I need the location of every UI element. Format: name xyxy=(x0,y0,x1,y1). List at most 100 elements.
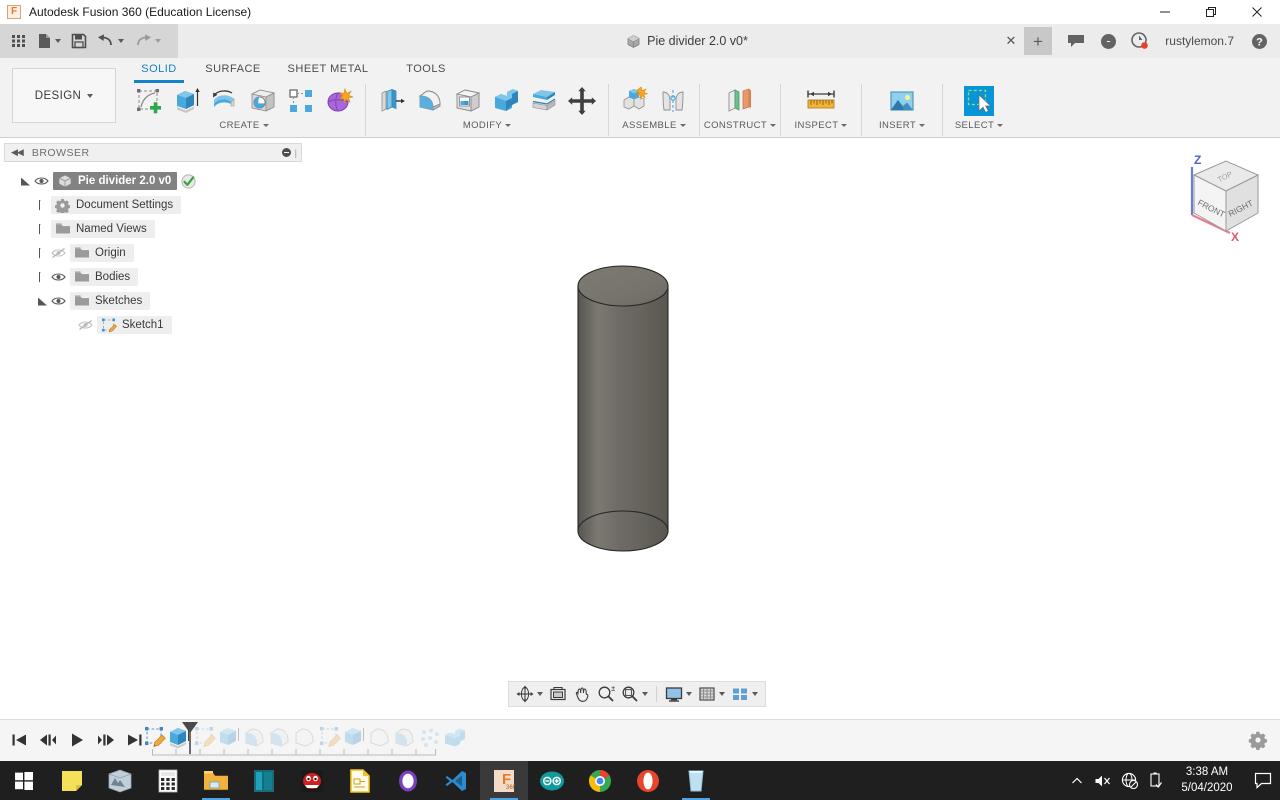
tree-node-root-chip[interactable]: Pie divider 2.0 v0 xyxy=(53,172,178,190)
fusion-360-icon[interactable]: F 360 xyxy=(480,761,528,800)
visibility-eye-hidden-icon[interactable] xyxy=(51,246,66,260)
resize-grip-icon[interactable]: | xyxy=(295,148,297,158)
tree-node-bodies-chip[interactable]: Bodies xyxy=(70,268,139,286)
tree-node-document-settings-chip[interactable]: Document Settings xyxy=(51,196,182,215)
visibility-eye-hidden-icon[interactable] xyxy=(78,318,93,332)
insert-image-icon[interactable] xyxy=(883,81,921,121)
zoom-icon[interactable]: ± xyxy=(594,682,618,706)
help-extension-icon[interactable] xyxy=(1093,24,1123,58)
tab-sheet-metal[interactable]: SHEET METAL xyxy=(276,58,380,80)
combine-icon[interactable] xyxy=(487,81,525,121)
orbit-icon[interactable] xyxy=(513,682,546,706)
collapse-browser-icon[interactable]: ◀◀ xyxy=(11,147,24,158)
pattern-icon[interactable] xyxy=(282,81,320,121)
display-settings-icon[interactable] xyxy=(662,682,695,706)
tree-node-sketches[interactable]: Sketches xyxy=(0,289,305,313)
volume-muted-icon[interactable] xyxy=(1090,761,1116,800)
grid-apps-icon[interactable] xyxy=(6,24,32,58)
minimize-panel-icon[interactable] xyxy=(281,148,291,157)
zoom-window-icon[interactable] xyxy=(618,682,651,706)
panel-inspect-label[interactable]: INSPECT xyxy=(795,120,848,131)
grid-snaps-icon[interactable] xyxy=(695,682,728,706)
play-icon[interactable] xyxy=(64,726,89,754)
panel-create-label[interactable]: CREATE xyxy=(219,120,269,131)
split-face-icon[interactable] xyxy=(525,81,563,121)
tree-node-sketch1[interactable]: Sketch1 xyxy=(0,313,305,337)
expander-open-icon[interactable] xyxy=(20,176,31,187)
google-chrome-icon[interactable] xyxy=(576,761,624,800)
tree-node-root[interactable]: Pie divider 2.0 v0 xyxy=(0,169,305,193)
maximize-button[interactable] xyxy=(1188,0,1234,24)
show-hidden-icons-chevron-icon[interactable] xyxy=(1064,761,1090,800)
cortana-icon[interactable] xyxy=(384,761,432,800)
user-name[interactable]: rustylemon.7 xyxy=(1157,34,1242,48)
tab-surface[interactable]: SURFACE xyxy=(190,58,276,80)
expander-closed-icon[interactable] xyxy=(37,272,48,283)
cylinder-body[interactable] xyxy=(576,259,696,574)
libreoffice-draw-icon[interactable] xyxy=(336,761,384,800)
minimize-button[interactable] xyxy=(1142,0,1188,24)
expander-closed-icon[interactable] xyxy=(37,248,48,259)
arduino-ide-icon[interactable] xyxy=(528,761,576,800)
pan-icon[interactable] xyxy=(570,682,594,706)
look-at-icon[interactable] xyxy=(546,682,570,706)
measure-icon[interactable] xyxy=(802,81,840,121)
start-button[interactable] xyxy=(0,761,48,800)
panel-construct-label[interactable]: CONSTRUCT xyxy=(704,120,777,131)
notifications-icon[interactable] xyxy=(1246,761,1280,800)
move-copy-icon[interactable] xyxy=(563,81,601,121)
close-button[interactable] xyxy=(1234,0,1280,24)
job-status-icon[interactable] xyxy=(1125,24,1155,58)
tab-tools[interactable]: TOOLS xyxy=(380,58,472,80)
undo-icon[interactable] xyxy=(92,24,129,58)
vs-code-icon[interactable] xyxy=(432,761,480,800)
close-document-button[interactable]: ✕ xyxy=(1000,24,1022,58)
redo-icon[interactable] xyxy=(129,24,166,58)
offset-plane-icon[interactable] xyxy=(721,81,759,121)
store-icon[interactable] xyxy=(672,761,720,800)
new-component-icon[interactable] xyxy=(616,81,654,121)
select-window-icon[interactable] xyxy=(962,81,996,121)
tree-node-bodies[interactable]: Bodies xyxy=(0,265,305,289)
go-to-beginning-icon[interactable] xyxy=(6,726,31,754)
save-icon[interactable] xyxy=(66,24,92,58)
shell-icon[interactable] xyxy=(449,81,487,121)
visibility-eye-icon[interactable] xyxy=(51,270,66,284)
tree-node-origin-chip[interactable]: Origin xyxy=(70,244,134,262)
calculator-icon[interactable] xyxy=(144,761,192,800)
timeline-feature-combine[interactable] xyxy=(443,726,468,750)
tab-solid[interactable]: SOLID xyxy=(128,58,190,83)
sphere-icon[interactable] xyxy=(244,81,282,121)
game-icon[interactable] xyxy=(288,761,336,800)
paint-3d-icon[interactable] xyxy=(96,761,144,800)
checkmark-badge-icon[interactable] xyxy=(181,173,196,189)
document-tab[interactable]: Pie divider 2.0 v0* xyxy=(362,24,1012,58)
step-forward-icon[interactable] xyxy=(93,726,118,754)
new-document-button[interactable]: + xyxy=(1024,27,1052,55)
viewport-canvas[interactable]: Z X FRONT RIGHT TOP ± xyxy=(305,139,1280,719)
extrude-icon[interactable] xyxy=(168,81,206,121)
joint-icon[interactable] xyxy=(654,81,692,121)
panel-insert-label[interactable]: INSERT xyxy=(879,120,926,131)
timeline-settings-gear-icon[interactable] xyxy=(1248,730,1270,752)
panel-modify-label[interactable]: MODIFY xyxy=(463,120,512,131)
visibility-eye-icon[interactable] xyxy=(51,294,66,308)
panel-assemble-label[interactable]: ASSEMBLE xyxy=(622,120,686,131)
file-explorer-icon[interactable] xyxy=(192,761,240,800)
form-icon[interactable] xyxy=(320,81,358,121)
usb-eject-icon[interactable] xyxy=(1142,761,1168,800)
tree-node-named-views-chip[interactable]: Named Views xyxy=(51,220,155,238)
view-cube[interactable]: Z X FRONT RIGHT TOP xyxy=(1168,149,1272,249)
taskbar-clock[interactable]: 3:38 AM 5/04/2020 xyxy=(1168,761,1246,800)
help-icon[interactable]: ? xyxy=(1244,24,1274,58)
tree-node-sketches-chip[interactable]: Sketches xyxy=(70,292,151,310)
step-back-icon[interactable] xyxy=(35,726,60,754)
revolve-icon[interactable] xyxy=(206,81,244,121)
viewports-icon[interactable] xyxy=(728,682,761,706)
tree-node-document-settings[interactable]: Document Settings xyxy=(0,193,305,217)
tree-node-origin[interactable]: Origin xyxy=(0,241,305,265)
create-sketch-icon[interactable] xyxy=(130,81,168,121)
tree-node-named-views[interactable]: Named Views xyxy=(0,217,305,241)
expander-closed-icon[interactable] xyxy=(37,200,48,211)
comments-icon[interactable] xyxy=(1061,24,1091,58)
